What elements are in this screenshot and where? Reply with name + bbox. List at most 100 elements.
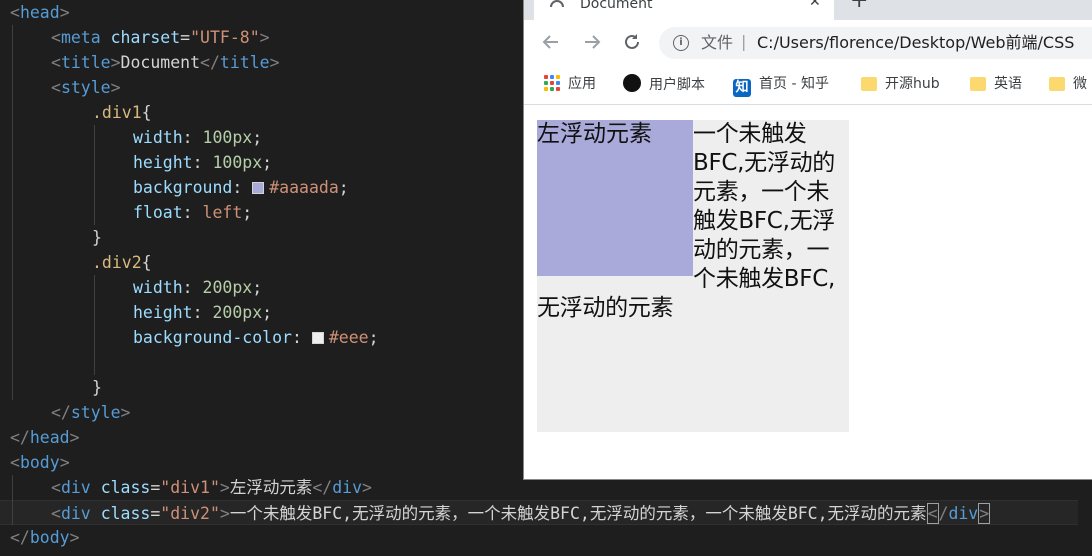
- code-token: </: [51, 403, 71, 422]
- code-line[interactable]: height: 100px;: [0, 150, 272, 175]
- forward-icon[interactable]: [581, 31, 603, 53]
- code-line[interactable]: <meta charset="UTF-8">: [0, 25, 270, 50]
- folder-icon: [1049, 77, 1065, 91]
- code-token: ;: [252, 128, 263, 147]
- userscript-icon: [623, 74, 641, 92]
- code-line[interactable]: .div1{: [0, 100, 152, 125]
- code-token: 100px: [202, 128, 253, 147]
- address-bar[interactable]: i 文件 | C:/Users/florence/Desktop/Web前端/C…: [659, 27, 1092, 59]
- reload-icon[interactable]: [621, 31, 643, 53]
- code-token: #aaaada: [269, 178, 339, 197]
- code-token: <: [926, 503, 939, 524]
- code-token: width: [133, 278, 183, 297]
- bookmark-apps[interactable]: 应用: [544, 74, 596, 94]
- code-line[interactable]: background: #aaaada;: [0, 175, 349, 200]
- code-token: >: [69, 528, 80, 547]
- code-token: >: [219, 504, 230, 523]
- code-token: <: [10, 453, 20, 472]
- code-line[interactable]: .div2{: [0, 250, 152, 275]
- code-token: "div2": [160, 504, 220, 523]
- code-line[interactable]: background-color: #eee;: [0, 325, 379, 350]
- color-swatch-icon[interactable]: [311, 332, 324, 344]
- code-token: >: [69, 428, 80, 447]
- code-token: background-color: [133, 328, 292, 347]
- code-line[interactable]: }: [0, 375, 102, 400]
- code-line[interactable]: <head>: [0, 0, 70, 25]
- code-token: 左浮动元素: [229, 478, 313, 497]
- indent-guide: [12, 475, 13, 525]
- code-token: :: [182, 278, 203, 297]
- tab-document[interactable]: Document ✕: [534, 0, 834, 20]
- code-token: ;: [338, 178, 349, 197]
- code-token: >: [219, 478, 230, 497]
- code-line[interactable]: float: left;: [0, 200, 252, 225]
- bookmark-folder-english[interactable]: 英语: [970, 74, 1022, 94]
- code-token: 200px: [212, 303, 263, 322]
- url-separator: |: [741, 32, 747, 51]
- code-line[interactable]: width: 200px;: [0, 275, 262, 300]
- code-token: </: [10, 528, 30, 547]
- code-line[interactable]: height: 200px;: [0, 300, 272, 325]
- code-line[interactable]: <body>: [0, 450, 70, 475]
- color-swatch-icon[interactable]: [252, 182, 265, 194]
- code-token: .div2: [92, 253, 142, 272]
- code-line[interactable]: </style>: [0, 400, 130, 425]
- code-token: >: [110, 78, 121, 97]
- code-token: </: [10, 428, 30, 447]
- code-token: =: [180, 28, 191, 47]
- indent-guide: [94, 125, 95, 225]
- code-line[interactable]: <title>Document</title>: [0, 50, 280, 75]
- code-token: </: [200, 53, 220, 72]
- code-token: height: [133, 303, 193, 322]
- code-token: div: [60, 478, 91, 497]
- code-line[interactable]: </body>: [0, 525, 80, 550]
- code-token: {: [141, 253, 152, 272]
- code-line[interactable]: [0, 350, 10, 375]
- code-token: head: [29, 428, 70, 447]
- code-line[interactable]: <div class="div2">一个未触发BFC,无浮动的元素，一个未触发B…: [0, 500, 1078, 525]
- new-tab-button[interactable]: +: [850, 0, 868, 13]
- tab-title: Document: [580, 0, 653, 12]
- code-token: float: [133, 203, 183, 222]
- zhihu-icon: 知: [733, 79, 751, 97]
- code-token: >: [362, 478, 372, 497]
- close-tab-icon[interactable]: ✕: [809, 0, 821, 10]
- code-token: >: [59, 3, 70, 22]
- div1-float-box: 左浮动元素: [537, 120, 693, 276]
- bookmark-label: 英语: [994, 76, 1022, 92]
- code-token: =: [150, 478, 161, 497]
- indent-guide: [12, 50, 13, 375]
- back-icon[interactable]: [540, 31, 562, 53]
- page-viewport: 左浮动元素 一个未触发BFC,无浮动的元素，一个未触发BFC,无浮动的元素，一个…: [524, 105, 1092, 479]
- tab-strip: Document ✕ +: [524, 0, 1092, 20]
- code-token: :: [182, 128, 203, 147]
- bookmark-userscripts[interactable]: 用户脚本: [623, 74, 705, 94]
- code-token: <: [51, 53, 61, 72]
- code-token: <: [51, 478, 61, 497]
- code-token: ;: [242, 203, 253, 222]
- code-line[interactable]: </head>: [0, 425, 80, 450]
- code-line[interactable]: width: 100px;: [0, 125, 262, 150]
- bookmark-folder-wei[interactable]: 微: [1049, 74, 1087, 94]
- code-token: title: [60, 53, 111, 72]
- apps-icon: [544, 75, 560, 91]
- code-token: .div1: [92, 103, 142, 122]
- code-token: ;: [252, 278, 263, 297]
- code-line[interactable]: <div class="div1">左浮动元素</div>: [0, 475, 372, 500]
- url-text: C:/Users/florence/Desktop/Web前端/CSS: [757, 33, 1075, 52]
- code-token: 一个未触发BFC,无浮动的元素，一个未触发BFC,无浮动的元素，一个未触发BFC…: [229, 504, 927, 523]
- code-token: div: [948, 504, 979, 523]
- bookmark-label: 首页 - 知乎: [759, 76, 829, 92]
- bookmark-zhihu[interactable]: 知首页 - 知乎: [733, 74, 829, 97]
- info-icon[interactable]: i: [673, 35, 689, 51]
- code-line[interactable]: <style>: [0, 75, 121, 100]
- bookmark-label: 微: [1073, 76, 1087, 92]
- folder-icon: [970, 77, 986, 91]
- code-token: body: [29, 528, 70, 547]
- globe-icon: [550, 0, 564, 7]
- bookmark-folder-kaiyuanhub[interactable]: 开源hub: [861, 74, 940, 94]
- code-line[interactable]: }: [0, 225, 102, 250]
- div2-box: 左浮动元素 一个未触发BFC,无浮动的元素，一个未触发BFC,无浮动的元素，一个…: [537, 120, 849, 432]
